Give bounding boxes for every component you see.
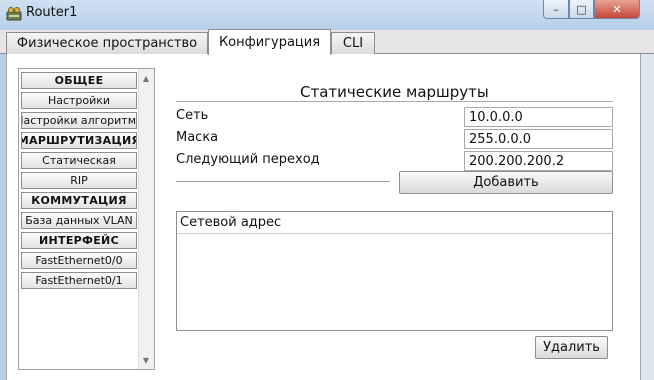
tab-physical[interactable]: Физическое пространство	[6, 32, 208, 54]
sidebar-scrollbar[interactable]	[138, 69, 154, 369]
sidebar-header-switching: КОММУТАЦИЯ	[21, 192, 137, 209]
maximize-button[interactable]: □	[569, 0, 594, 19]
tab-cli[interactable]: CLI	[331, 32, 375, 54]
window-title: Router1	[26, 5, 78, 20]
mask-label: Маска	[176, 130, 219, 145]
add-button[interactable]: Добавить	[399, 171, 613, 194]
list-header-network-address: Сетевой адрес	[177, 212, 612, 234]
scroll-up-icon[interactable]: ▲	[138, 70, 154, 86]
sidebar-item-settings[interactable]: Настройки	[21, 92, 137, 109]
sidebar-item-fastethernet0-1[interactable]: FastEthernet0/1	[21, 272, 137, 289]
form-divider	[176, 181, 390, 182]
title-divider	[176, 101, 613, 102]
sidebar-item-rip[interactable]: RIP	[21, 172, 137, 189]
sidebar-item-algorithm-settings[interactable]: Настройки алгоритма	[21, 112, 137, 129]
sidebar-item-static[interactable]: Статическая	[21, 152, 137, 169]
page-title: Статические маршруты	[300, 83, 489, 101]
delete-button[interactable]: Удалить	[535, 336, 608, 359]
sidebar-header-general: ОБЩЕЕ	[21, 72, 137, 89]
sidebar-item-vlan-database[interactable]: База данных VLAN	[21, 212, 137, 229]
sidebar-header-interface: ИНТЕРФЕЙС	[21, 232, 137, 249]
network-input[interactable]	[464, 107, 613, 127]
sidebar-item-fastethernet0-0[interactable]: FastEthernet0/0	[21, 252, 137, 269]
sidebar-header-routing: МАРШРУТИЗАЦИЯ	[21, 132, 137, 149]
network-label: Сеть	[176, 108, 209, 123]
close-button[interactable]: ✕	[594, 0, 640, 19]
router-icon	[6, 6, 22, 22]
tab-config[interactable]: Конфигурация	[208, 29, 331, 55]
minimize-button[interactable]: –	[543, 0, 569, 19]
next-hop-input[interactable]	[464, 151, 613, 171]
window-border	[641, 54, 654, 380]
scroll-down-icon[interactable]: ▼	[138, 352, 154, 368]
next-hop-label: Следующий переход	[176, 152, 320, 167]
mask-input[interactable]	[464, 129, 613, 149]
